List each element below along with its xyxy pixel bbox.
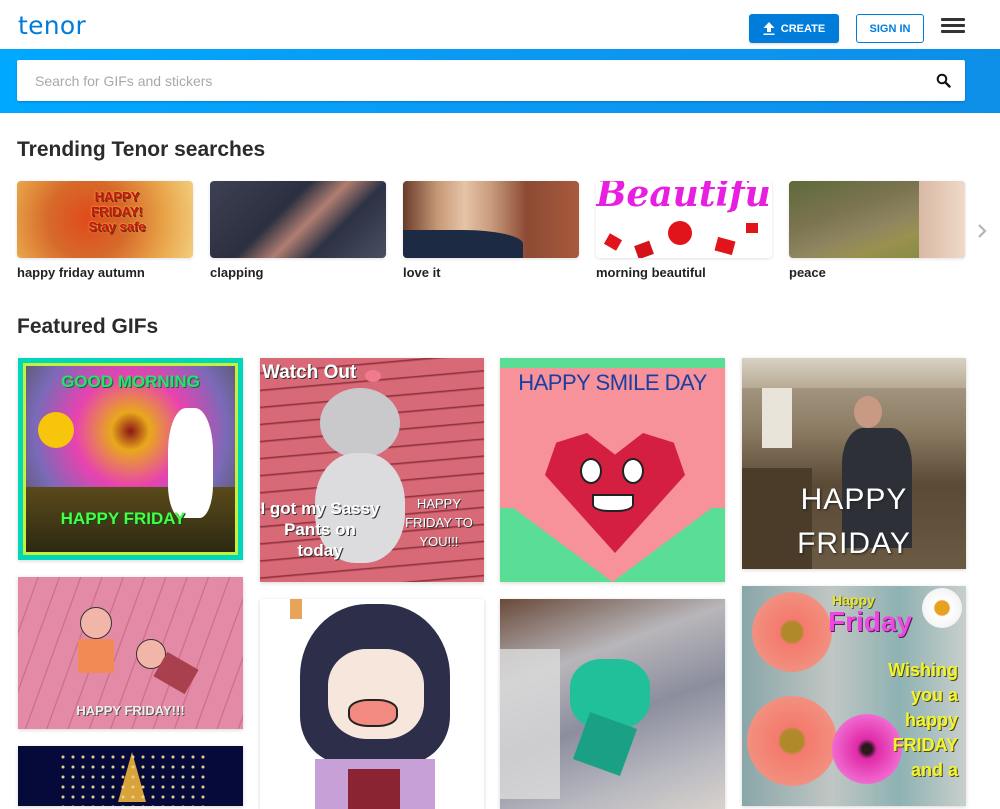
gif-card[interactable]: HAPPY SMILE DAY <box>500 358 725 582</box>
chevron-right-icon[interactable] <box>975 222 989 240</box>
top-bar: tenor CREATE SIGN IN <box>0 0 1000 49</box>
trending-thumbnail: Beautiful <box>596 181 772 258</box>
create-label: CREATE <box>780 22 826 35</box>
trending-label: love it <box>403 265 441 280</box>
gif-caption: HAPPY FRIDAY <box>60 509 186 528</box>
sign-in-button[interactable]: SIGN IN <box>856 14 924 43</box>
gif-card[interactable]: HAPPY FRIDAY <box>742 358 966 569</box>
thumbnail-caption: HAPPY FRIDAY! Stay safe <box>88 189 146 234</box>
gif-card[interactable]: HAPPY FRIDAY!!! <box>18 577 243 729</box>
trending-thumbnail <box>210 181 386 258</box>
search-input[interactable] <box>17 60 917 101</box>
gif-caption: HAPPY FRIDAY!!! <box>76 703 185 718</box>
trending-label: clapping <box>210 265 264 280</box>
trending-item[interactable]: peace <box>789 181 965 280</box>
trending-thumbnail <box>789 181 965 258</box>
featured-title: Featured GIFs <box>17 315 159 338</box>
gif-caption: HAPPY SMILE DAY <box>518 370 707 395</box>
search-icon[interactable] <box>936 73 951 88</box>
gif-caption: Watch Out <box>262 362 357 383</box>
trending-item[interactable]: HAPPY FRIDAY! Stay safe happy friday aut… <box>17 181 193 280</box>
gif-caption: I got my Sassy Pants on today <box>260 499 380 560</box>
trending-label: peace <box>789 265 826 280</box>
gif-caption: HAPPY FRIDAY TO YOU!!! <box>405 496 473 549</box>
trending-carousel: HAPPY FRIDAY! Stay safe happy friday aut… <box>17 181 977 281</box>
gif-card[interactable] <box>500 599 725 809</box>
gif-card[interactable]: GOOD MORNING HAPPY FRIDAY <box>18 358 243 560</box>
gif-caption: GOOD MORNING <box>61 372 200 391</box>
gif-card[interactable] <box>18 746 243 806</box>
search-band <box>0 49 1000 113</box>
trending-item[interactable]: love it <box>403 181 579 280</box>
search-box <box>17 60 965 101</box>
thumbnail-caption: Beautiful <box>596 181 772 215</box>
gif-card[interactable]: Watch Out I got my Sassy Pants on today … <box>260 358 484 582</box>
gif-caption: HAPPY FRIDAY <box>797 483 911 560</box>
upload-icon <box>763 22 775 35</box>
trending-title: Trending Tenor searches <box>17 138 266 161</box>
create-button[interactable]: CREATE <box>749 14 839 43</box>
gif-card[interactable]: Happy Friday Wishing you a happy FRIDAY … <box>742 586 966 806</box>
hamburger-menu-icon[interactable] <box>941 18 965 38</box>
trending-label: happy friday autumn <box>17 265 145 280</box>
trending-thumbnail: HAPPY FRIDAY! Stay safe <box>17 181 193 258</box>
tenor-logo[interactable]: tenor <box>18 11 86 41</box>
gif-card[interactable] <box>260 599 484 809</box>
trending-label: morning beautiful <box>596 265 706 280</box>
gif-caption: Friday <box>828 606 913 637</box>
trending-item[interactable]: clapping <box>210 181 386 280</box>
trending-item[interactable]: Beautiful morning beautiful <box>596 181 772 280</box>
gif-caption: Wishing you a happy FRIDAY and a <box>888 660 958 780</box>
trending-thumbnail <box>403 181 579 258</box>
